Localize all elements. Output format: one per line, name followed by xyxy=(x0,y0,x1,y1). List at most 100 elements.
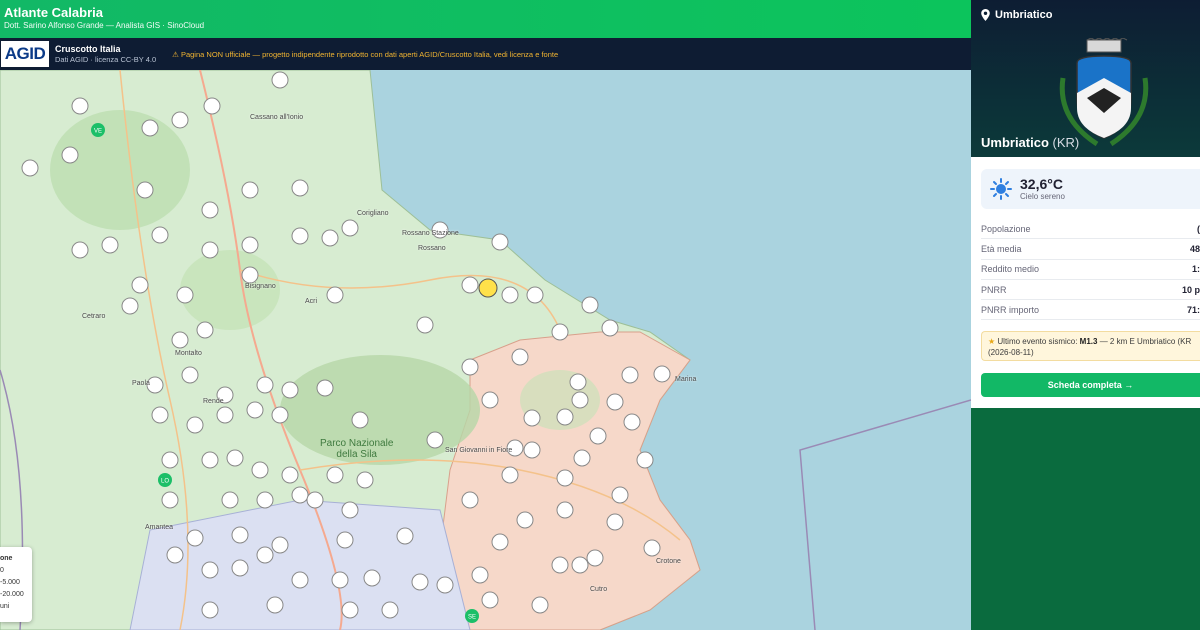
municipality-marker[interactable] xyxy=(621,366,639,384)
municipality-marker[interactable] xyxy=(61,146,79,164)
municipality-marker[interactable] xyxy=(271,536,289,554)
municipality-marker[interactable] xyxy=(351,411,369,429)
municipality-marker[interactable] xyxy=(478,278,498,298)
municipality-marker[interactable] xyxy=(491,533,509,551)
municipality-marker[interactable] xyxy=(151,226,169,244)
municipality-marker[interactable] xyxy=(551,556,569,574)
municipality-marker[interactable] xyxy=(121,297,139,315)
municipality-marker[interactable] xyxy=(203,97,221,115)
municipality-marker[interactable] xyxy=(231,526,249,544)
municipality-marker[interactable] xyxy=(281,466,299,484)
municipality-marker[interactable] xyxy=(201,201,219,219)
municipality-marker[interactable] xyxy=(341,219,359,237)
municipality-marker[interactable] xyxy=(171,111,189,129)
municipality-marker[interactable] xyxy=(573,449,591,467)
municipality-marker[interactable] xyxy=(246,401,264,419)
municipality-marker[interactable] xyxy=(623,413,641,431)
municipality-marker[interactable] xyxy=(606,513,624,531)
municipality-marker[interactable] xyxy=(281,381,299,399)
municipality-marker[interactable] xyxy=(461,358,479,376)
municipality-marker[interactable] xyxy=(416,316,434,334)
municipality-marker[interactable] xyxy=(256,546,274,564)
municipality-marker[interactable] xyxy=(201,451,219,469)
municipality-marker[interactable] xyxy=(501,286,519,304)
municipality-marker[interactable] xyxy=(101,236,119,254)
municipality-marker[interactable] xyxy=(611,486,629,504)
municipality-marker[interactable] xyxy=(291,227,309,245)
municipality-marker[interactable] xyxy=(356,471,374,489)
municipality-marker[interactable] xyxy=(326,466,344,484)
municipality-marker[interactable] xyxy=(341,501,359,519)
municipality-marker[interactable] xyxy=(491,233,509,251)
municipality-marker[interactable] xyxy=(316,379,334,397)
municipality-marker[interactable] xyxy=(501,466,519,484)
municipality-marker[interactable] xyxy=(551,323,569,341)
municipality-marker[interactable] xyxy=(166,546,184,564)
municipality-marker[interactable] xyxy=(201,601,219,619)
map-canvas[interactable]: VE LO SE Cassano all'Ionio Rossano Stazi… xyxy=(0,70,971,630)
municipality-marker[interactable] xyxy=(21,159,39,177)
municipality-marker[interactable] xyxy=(71,97,89,115)
municipality-marker[interactable] xyxy=(231,559,249,577)
municipality-marker[interactable] xyxy=(581,296,599,314)
municipality-marker[interactable] xyxy=(526,286,544,304)
municipality-marker[interactable] xyxy=(363,569,381,587)
municipality-marker[interactable] xyxy=(331,571,349,589)
municipality-marker[interactable] xyxy=(241,236,259,254)
municipality-marker[interactable] xyxy=(216,406,234,424)
municipality-marker[interactable] xyxy=(291,179,309,197)
municipality-marker[interactable] xyxy=(171,331,189,349)
municipality-marker[interactable] xyxy=(461,491,479,509)
municipality-marker[interactable] xyxy=(571,391,589,409)
municipality-marker[interactable] xyxy=(436,576,454,594)
municipality-marker[interactable] xyxy=(636,451,654,469)
agid-logo[interactable]: AGID xyxy=(1,41,49,67)
municipality-marker[interactable] xyxy=(186,416,204,434)
municipality-marker[interactable] xyxy=(471,566,489,584)
municipality-marker[interactable] xyxy=(221,491,239,509)
municipality-marker[interactable] xyxy=(161,451,179,469)
full-details-button[interactable]: Scheda completa → xyxy=(981,373,1200,397)
municipality-marker[interactable] xyxy=(151,406,169,424)
municipality-marker[interactable] xyxy=(336,531,354,549)
municipality-marker[interactable] xyxy=(306,491,324,509)
municipality-marker[interactable] xyxy=(271,406,289,424)
municipality-marker[interactable] xyxy=(586,549,604,567)
municipality-marker[interactable] xyxy=(571,556,589,574)
municipality-marker[interactable] xyxy=(141,119,159,137)
municipality-marker[interactable] xyxy=(266,596,284,614)
municipality-marker[interactable] xyxy=(291,486,309,504)
municipality-marker[interactable] xyxy=(481,391,499,409)
municipality-marker[interactable] xyxy=(201,561,219,579)
municipality-marker[interactable] xyxy=(321,229,339,247)
municipality-marker[interactable] xyxy=(569,373,587,391)
municipality-marker[interactable] xyxy=(481,591,499,609)
municipality-marker[interactable] xyxy=(256,376,274,394)
municipality-marker[interactable] xyxy=(176,286,194,304)
municipality-marker[interactable] xyxy=(653,365,671,383)
municipality-marker[interactable] xyxy=(461,276,479,294)
municipality-marker[interactable] xyxy=(411,573,429,591)
municipality-marker[interactable] xyxy=(341,601,359,619)
municipality-marker[interactable] xyxy=(606,393,624,411)
municipality-marker[interactable] xyxy=(161,491,179,509)
municipality-marker[interactable] xyxy=(136,181,154,199)
municipality-marker[interactable] xyxy=(271,71,289,89)
municipality-marker[interactable] xyxy=(131,276,149,294)
municipality-marker[interactable] xyxy=(516,511,534,529)
municipality-marker[interactable] xyxy=(251,461,269,479)
municipality-marker[interactable] xyxy=(291,571,309,589)
municipality-marker[interactable] xyxy=(643,539,661,557)
municipality-marker[interactable] xyxy=(531,596,549,614)
municipality-marker[interactable] xyxy=(511,348,529,366)
municipality-marker[interactable] xyxy=(523,441,541,459)
municipality-marker[interactable] xyxy=(241,266,259,284)
municipality-marker[interactable] xyxy=(556,408,574,426)
municipality-marker[interactable] xyxy=(589,427,607,445)
municipality-marker[interactable] xyxy=(601,319,619,337)
municipality-marker[interactable] xyxy=(256,491,274,509)
municipality-marker[interactable] xyxy=(381,601,399,619)
municipality-marker[interactable] xyxy=(396,527,414,545)
municipality-marker[interactable] xyxy=(71,241,89,259)
municipality-marker[interactable] xyxy=(181,366,199,384)
